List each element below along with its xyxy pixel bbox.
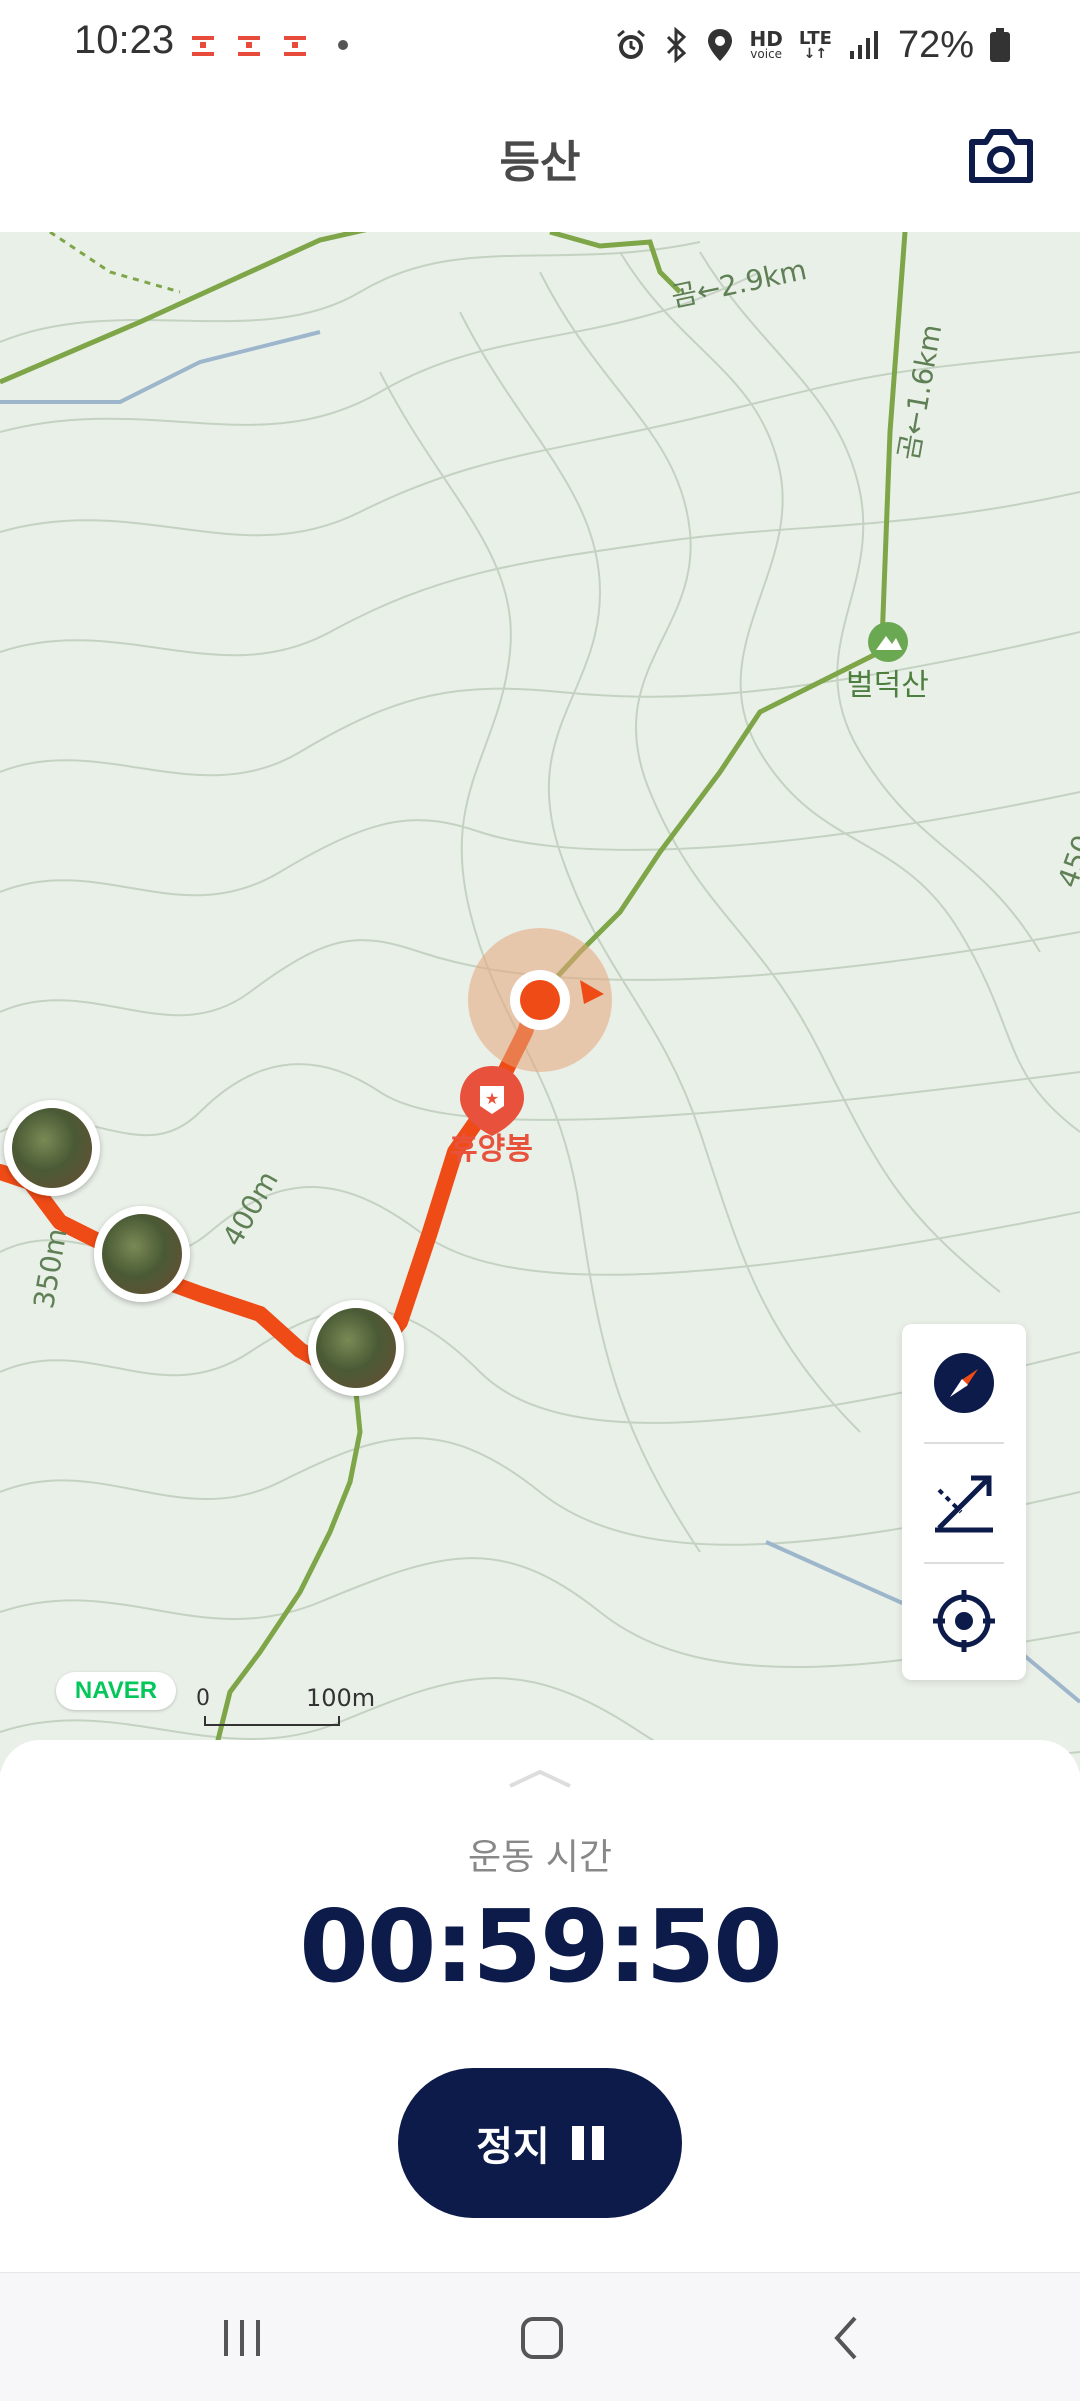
home-button[interactable] <box>502 2303 582 2373</box>
scale-bar <box>204 1716 340 1726</box>
stop-label: 정지 <box>476 2124 550 2170</box>
photo-marker[interactable] <box>94 1206 190 1302</box>
map-view[interactable]: ★ 곰←2.9km 곰←1.6km 벌덕산 휴양봉 350m 400m 450m… <box>0 232 1080 1772</box>
photo-marker[interactable] <box>308 1300 404 1396</box>
photo-marker[interactable] <box>4 1100 100 1196</box>
svg-text:★: ★ <box>485 1089 499 1108</box>
compass-button[interactable] <box>902 1324 1026 1442</box>
elevation-icon <box>935 1475 993 1533</box>
lte-icon: LTE ↓↑ <box>798 28 832 62</box>
map-controls <box>902 1324 1026 1680</box>
scale-label: 100m <box>306 1684 376 1712</box>
voice-text: voice <box>750 47 783 61</box>
peak-name-label: 벌덕산 <box>846 668 929 703</box>
camera-icon[interactable] <box>966 122 1036 192</box>
exercise-time-label: 운동 시간 <box>468 1837 612 1878</box>
home-icon <box>521 2317 563 2359</box>
app-header: 등산 <box>0 90 1080 232</box>
status-icons: HD voice LTE ↓↑ 72% <box>614 20 1010 70</box>
location-target-icon <box>933 1590 995 1652</box>
pause-icon <box>571 2126 604 2160</box>
chevron-up-icon[interactable] <box>506 1766 574 1790</box>
compass-icon <box>934 1353 994 1413</box>
alarm-icon <box>616 29 645 59</box>
notification-icon <box>284 36 306 56</box>
scale-zero: 0 <box>196 1686 210 1711</box>
recent-apps-button[interactable] <box>202 2303 282 2373</box>
naver-logo: NAVER <box>56 1672 176 1710</box>
more-notifications-dot <box>338 40 348 50</box>
battery-percent: 72% <box>897 23 974 66</box>
workout-panel: 운동 시간 00:59:50 정지 <box>0 1740 1080 2272</box>
my-location-button[interactable] <box>902 1562 1026 1680</box>
back-button[interactable] <box>806 2303 886 2373</box>
status-bar: 10:23 HD voice LTE ↓↑ 72% <box>0 0 1080 90</box>
rest-point-label: 휴양봉 <box>450 1132 533 1167</box>
signal-icon <box>849 31 878 59</box>
bluetooth-icon <box>666 27 686 63</box>
hd-voice-icon: HD voice <box>749 27 783 61</box>
hd-text: HD <box>749 27 783 51</box>
location-icon <box>707 29 732 61</box>
status-time: 10:23 <box>74 18 175 62</box>
elevation-button[interactable] <box>902 1444 1026 1562</box>
page-title: 등산 <box>499 137 581 188</box>
battery-icon <box>990 28 1010 62</box>
back-icon <box>834 2316 857 2360</box>
system-nav-bar <box>0 2272 1080 2401</box>
notification-icon <box>238 36 260 56</box>
exercise-timer: 00:59:50 <box>299 1888 782 2005</box>
notification-icon <box>192 36 214 56</box>
stop-button[interactable]: 정지 <box>398 2068 682 2218</box>
recent-apps-icon <box>224 2320 260 2356</box>
